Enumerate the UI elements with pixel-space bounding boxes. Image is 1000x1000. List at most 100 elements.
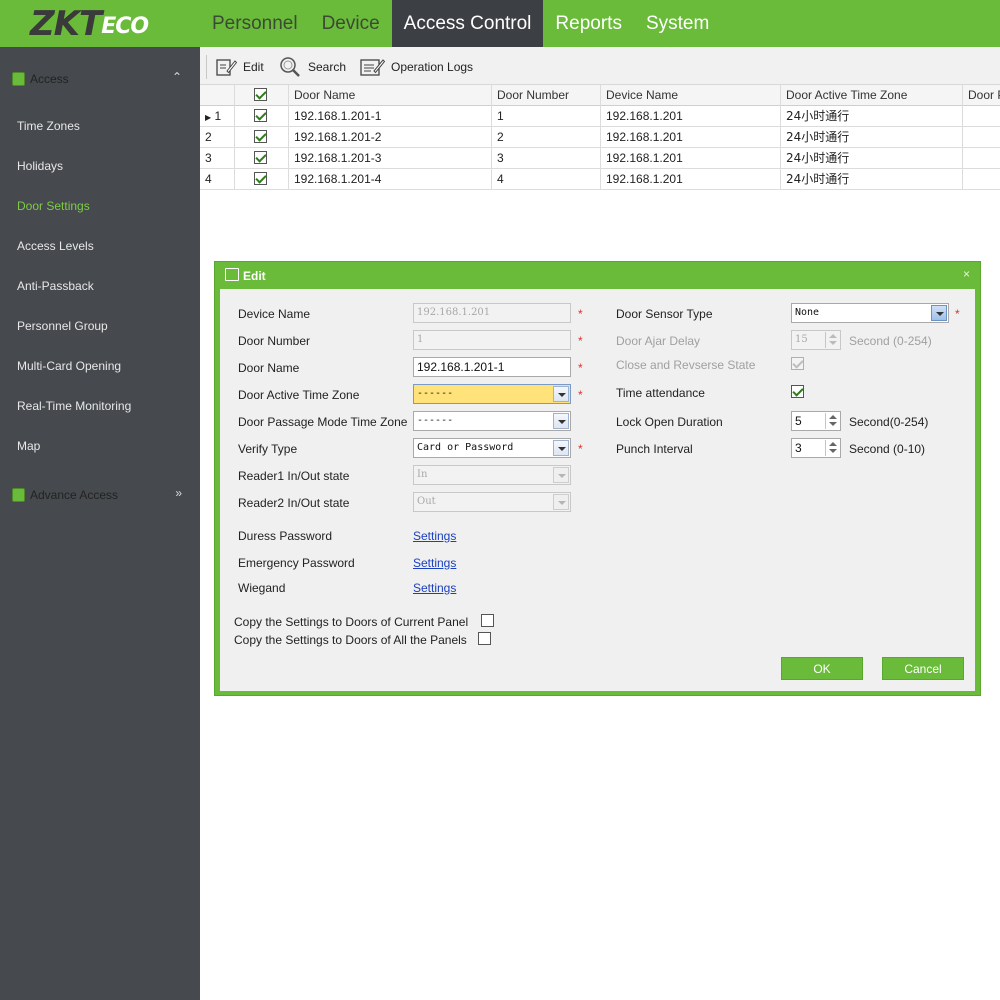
row-select[interactable]: [235, 127, 289, 148]
row-select[interactable]: [235, 106, 289, 127]
table-row[interactable]: ▶ 1 192.168.1.201-1 1 192.168.1.201 24小时…: [200, 106, 1000, 127]
required-mark: *: [578, 361, 583, 375]
door-passage-time-zone-select[interactable]: ------: [413, 411, 571, 431]
table-row[interactable]: 2 192.168.1.201-2 2 192.168.1.201 24小时通行: [200, 127, 1000, 148]
header-door-passage[interactable]: Door P: [963, 85, 1000, 106]
time-attendance-checkbox[interactable]: [791, 385, 804, 398]
sidebar-item-real-time-monitoring[interactable]: Real-Time Monitoring: [17, 399, 131, 413]
stepper-arrows-icon[interactable]: [825, 413, 839, 429]
duress-password-settings-link[interactable]: Settings: [413, 529, 456, 543]
header-door-active-time-zone[interactable]: Door Active Time Zone: [781, 85, 963, 106]
row-checkbox[interactable]: [254, 151, 267, 165]
sidebar-item-time-zones[interactable]: Time Zones: [17, 119, 80, 133]
required-mark: *: [578, 307, 583, 321]
chevron-down-icon[interactable]: [553, 467, 569, 483]
row-checkbox[interactable]: [254, 109, 267, 123]
nav-system[interactable]: System: [634, 0, 721, 47]
row-select[interactable]: [235, 169, 289, 190]
chevron-down-icon[interactable]: [553, 440, 569, 456]
row-select[interactable]: [235, 148, 289, 169]
door-ajar-delay-stepper[interactable]: 15: [791, 330, 841, 350]
lock-open-duration-label: Lock Open Duration: [616, 415, 723, 429]
door-name-label: Door Name: [238, 361, 300, 375]
sidebar-item-multi-card-opening[interactable]: Multi-Card Opening: [17, 359, 121, 373]
cell-door-passage: [963, 169, 1000, 190]
sidebar-section-label: Access: [30, 72, 69, 86]
wiegand-settings-link[interactable]: Settings: [413, 581, 456, 595]
reader2-state-select[interactable]: Out: [413, 492, 571, 512]
sidebar-item-anti-passback[interactable]: Anti-Passback: [17, 279, 94, 293]
chevron-down-icon[interactable]: [931, 305, 947, 321]
dialog-title-bar[interactable]: Edit ×: [215, 262, 980, 288]
nav-reports[interactable]: Reports: [543, 0, 634, 47]
edit-icon: [216, 59, 237, 76]
sidebar-item-map[interactable]: Map: [17, 439, 40, 453]
search-button[interactable]: Search: [278, 56, 346, 78]
cell-door-passage: [963, 106, 1000, 127]
nav-personnel[interactable]: Personnel: [200, 0, 310, 47]
door-name-field[interactable]: 192.168.1.201-1: [413, 357, 571, 377]
cell-door-name: 192.168.1.201-1: [289, 106, 492, 127]
stepper-arrows-icon[interactable]: [825, 332, 839, 348]
logo-suffix: ECO: [101, 14, 149, 39]
chevron-down-icon[interactable]: [553, 413, 569, 429]
table-row[interactable]: 4 192.168.1.201-4 4 192.168.1.201 24小时通行: [200, 169, 1000, 190]
header-index: [200, 85, 235, 106]
ok-button[interactable]: OK: [781, 657, 863, 680]
header-select-all[interactable]: [235, 85, 289, 106]
table-row[interactable]: 3 192.168.1.201-3 3 192.168.1.201 24小时通行: [200, 148, 1000, 169]
nav-device[interactable]: Device: [310, 0, 392, 47]
select-all-checkbox[interactable]: [254, 88, 267, 102]
row-checkbox[interactable]: [254, 172, 267, 186]
nav-access-control[interactable]: Access Control: [391, 0, 544, 47]
door-active-time-zone-select[interactable]: ------: [413, 384, 571, 404]
punch-interval-value: 3: [795, 441, 802, 455]
chevron-down-icon[interactable]: [553, 386, 569, 402]
cancel-button[interactable]: Cancel: [882, 657, 964, 680]
stepper-arrows-icon[interactable]: [825, 440, 839, 456]
cell-time-zone: 24小时通行: [781, 148, 963, 169]
header-door-number[interactable]: Door Number: [492, 85, 601, 106]
sidebar-section-advance-access[interactable]: Advance Access »: [0, 484, 200, 508]
chevron-up-icon[interactable]: ⌃: [172, 70, 182, 84]
brand-logo: ZKT ECO: [0, 0, 200, 47]
edit-button[interactable]: Edit: [215, 56, 264, 78]
sidebar-item-door-settings[interactable]: Door Settings: [17, 199, 90, 213]
access-icon: [12, 72, 25, 86]
row-index: 2: [200, 127, 235, 148]
door-number-field[interactable]: 1: [413, 330, 571, 350]
reader1-state-value: In: [417, 469, 428, 480]
door-sensor-type-value: None: [795, 307, 820, 318]
cell-time-zone: 24小时通行: [781, 169, 963, 190]
row-index: 4: [200, 169, 235, 190]
verify-type-select[interactable]: Card or Password: [413, 438, 571, 458]
sidebar-section-access[interactable]: Access ⌃: [0, 68, 200, 92]
device-name-field[interactable]: 192.168.1.201: [413, 303, 571, 323]
punch-interval-stepper[interactable]: 3: [791, 438, 841, 458]
verify-type-label: Verify Type: [238, 442, 298, 456]
header-door-name[interactable]: Door Name: [289, 85, 492, 106]
row-index: 3: [200, 148, 235, 169]
close-reverse-state-checkbox[interactable]: [791, 357, 804, 370]
header-device-name[interactable]: Device Name: [601, 85, 781, 106]
row-checkbox[interactable]: [254, 130, 267, 144]
sidebar-item-access-levels[interactable]: Access Levels: [17, 239, 94, 253]
reader1-state-select[interactable]: In: [413, 465, 571, 485]
lock-open-duration-stepper[interactable]: 5: [791, 411, 841, 431]
cell-door-number: 4: [492, 169, 601, 190]
operation-logs-button[interactable]: Operation Logs: [359, 56, 473, 78]
sidebar-item-personnel-group[interactable]: Personnel Group: [17, 319, 108, 333]
close-icon[interactable]: ×: [963, 267, 970, 281]
copy-current-panel-checkbox[interactable]: [481, 614, 494, 627]
chevron-down-double-icon[interactable]: »: [175, 486, 182, 500]
lock-open-duration-unit: Second(0-254): [849, 415, 929, 429]
door-ajar-delay-unit: Second (0-254): [849, 334, 932, 348]
sidebar-item-holidays[interactable]: Holidays: [17, 159, 63, 173]
dialog-title: Edit: [243, 269, 266, 283]
wiegand-label: Wiegand: [238, 581, 286, 595]
emergency-password-settings-link[interactable]: Settings: [413, 556, 456, 570]
copy-all-panels-checkbox[interactable]: [478, 632, 491, 645]
operation-logs-icon: [360, 59, 385, 76]
door-sensor-type-select[interactable]: None: [791, 303, 949, 323]
chevron-down-icon[interactable]: [553, 494, 569, 510]
